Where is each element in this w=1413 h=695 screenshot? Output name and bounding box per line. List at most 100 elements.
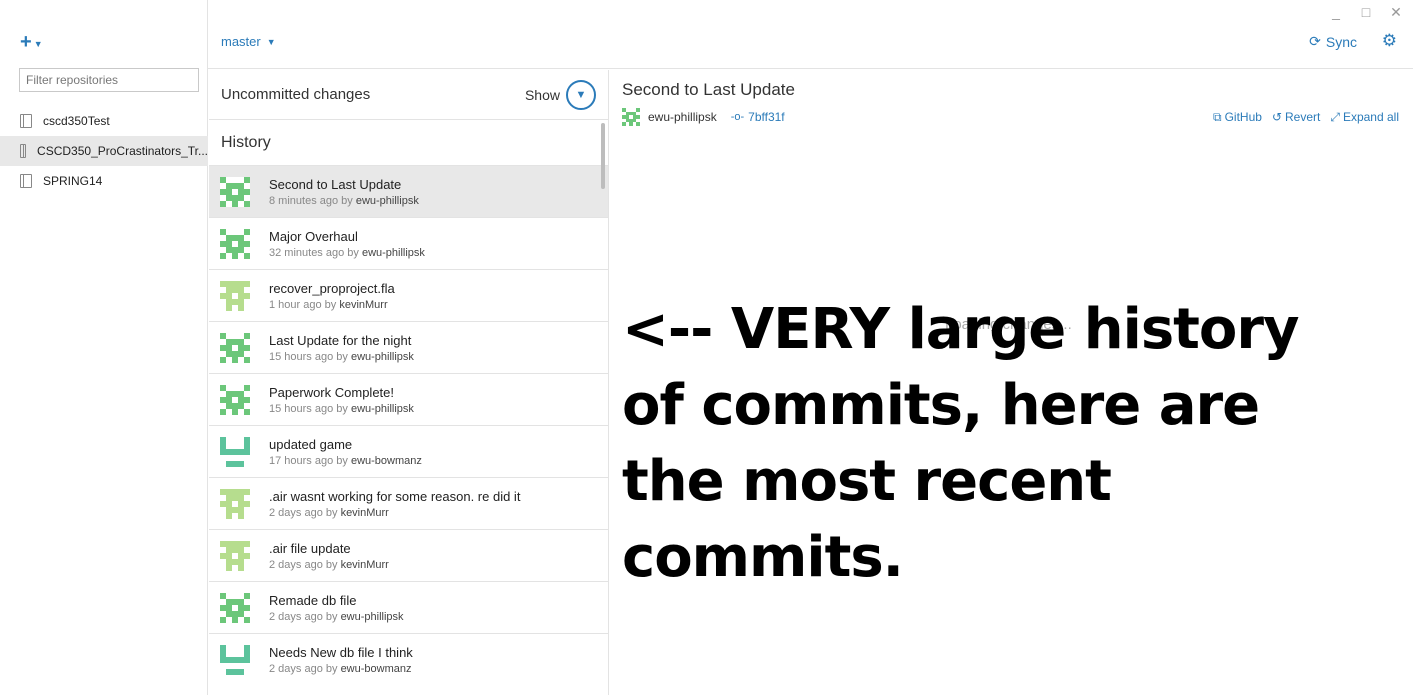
author-avatar [220, 176, 250, 207]
commit-time: 32 minutes ago by [269, 246, 359, 259]
repository-sidebar: +▼ cscd350Test CSCD350_ProCrastinators_Tr… [0, 0, 208, 695]
commit-title: Second to Last Update [622, 80, 795, 99]
plus-icon: + [20, 31, 32, 53]
commit-title: .air file update [269, 540, 351, 556]
github-button[interactable]: ⧉ GitHub [1213, 110, 1262, 125]
author-avatar [220, 228, 250, 259]
commit-time: 8 minutes ago by [269, 194, 353, 207]
commit-actions: ⧉ GitHub ↺ Revert ⤢ Expand all [1213, 110, 1399, 125]
commit-text: Second to Last Update 8 minutes ago by ew… [269, 177, 419, 207]
commit-author: kevinMurr [340, 506, 389, 519]
commit-meta: 2 days ago by ewu-phillipsk [269, 611, 404, 623]
minimize-button[interactable]: _ [1329, 4, 1343, 21]
window-controls: _ □ ✕ [1329, 4, 1403, 21]
commit-row[interactable]: Paperwork Complete! 15 hours ago by ewu-p… [209, 373, 608, 425]
commit-icon: -o- [730, 111, 745, 123]
maximize-button[interactable]: □ [1359, 4, 1373, 21]
repository-icon [20, 114, 32, 128]
commit-author: ewu-phillipsk [350, 402, 414, 415]
repository-icon [20, 174, 32, 188]
close-button[interactable]: ✕ [1389, 4, 1403, 21]
commit-author[interactable]: ewu-phillipsk [648, 110, 717, 124]
commit-meta: 17 hours ago by ewu-bowmanz [269, 455, 422, 467]
repository-name: SPRING14 [43, 174, 103, 188]
sync-label: Sync [1325, 33, 1357, 50]
commit-meta: 15 hours ago by ewu-phillipsk [269, 351, 414, 363]
commit-row[interactable]: Last Update for the night 15 hours ago by… [209, 321, 608, 373]
commit-meta: 2 days ago by kevinMurr [269, 507, 520, 519]
commit-author: ewu-phillipsk [340, 610, 404, 623]
commit-time: 15 hours ago by [269, 402, 348, 415]
commit-text: recover_proproject.fla 1 hour ago by kevi… [269, 281, 395, 311]
commit-text: .air wasnt working for some reason. re d… [269, 489, 520, 519]
author-avatar [622, 108, 640, 126]
commit-text: .air file update 2 days ago by kevinMurr [269, 541, 389, 571]
commit-meta: 8 minutes ago by ewu-phillipsk [269, 195, 419, 207]
expand-label: Expand all [1342, 110, 1399, 124]
commit-row[interactable]: .air file update 2 days ago by kevinMurr [209, 529, 608, 581]
top-toolbar: master ▼ ⟳ Sync ⚙ [208, 22, 1413, 69]
commit-time: 2 days ago by [269, 558, 338, 571]
commit-row[interactable]: Major Overhaul 32 minutes ago by ewu-phil… [209, 217, 608, 269]
branch-selector[interactable]: master ▼ [221, 34, 276, 49]
commit-title: .air wasnt working for some reason. re d… [269, 488, 521, 504]
show-label: Show [524, 86, 560, 103]
add-repository-button[interactable]: + ▼ [20, 31, 43, 54]
repository-item[interactable]: cscd350Test [0, 106, 208, 136]
sync-button[interactable]: ⟳ Sync [1309, 33, 1357, 50]
commit-list: Second to Last Update 8 minutes ago by ew… [209, 165, 608, 685]
github-label: GitHub [1224, 110, 1262, 124]
author-avatar [220, 592, 250, 623]
commit-meta: 2 days ago by kevinMurr [269, 559, 389, 571]
commit-row[interactable]: recover_proproject.fla 1 hour ago by kevi… [209, 269, 608, 321]
commit-title: updated game [269, 436, 353, 452]
author-avatar [220, 280, 250, 311]
repository-name: CSCD350_ProCrastinators_Tr... [37, 144, 208, 158]
repository-item[interactable]: SPRING14 [0, 166, 208, 196]
sync-icon: ⟳ [1309, 33, 1321, 49]
gear-icon[interactable]: ⚙ [1382, 31, 1397, 51]
commit-meta: ewu-phillipsk -o- 7bff31f [622, 108, 785, 126]
chevron-down-icon[interactable]: ▼ [566, 80, 596, 110]
commit-title: Major Overhaul [269, 228, 358, 244]
commit-title: recover_proproject.fla [269, 280, 395, 296]
commit-text: Remade db file 2 days ago by ewu-phillips… [269, 593, 404, 623]
commit-title: Second to Last Update [269, 176, 402, 192]
commit-row[interactable]: .air wasnt working for some reason. re d… [209, 477, 608, 529]
revert-label: Revert [1285, 110, 1321, 124]
uncommitted-changes-bar[interactable]: Uncommitted changes Show ▼ [209, 70, 608, 120]
commit-row[interactable]: updated game 17 hours ago by ewu-bowmanz [209, 425, 608, 477]
repository-item[interactable]: CSCD350_ProCrastinators_Tr... [0, 136, 208, 166]
history-heading: History [221, 133, 271, 151]
author-avatar [220, 332, 250, 363]
author-avatar [220, 384, 250, 415]
commit-row[interactable]: Needs New db file I think 2 days ago by e… [209, 633, 608, 685]
history-scrollbar[interactable] [601, 123, 605, 189]
branch-name: master [221, 34, 261, 49]
commit-time: 2 days ago by [269, 610, 338, 623]
commit-author: ewu-bowmanz [350, 454, 422, 467]
commit-row[interactable]: Remade db file 2 days ago by ewu-phillips… [209, 581, 608, 633]
commit-meta: 2 days ago by ewu-bowmanz [269, 663, 413, 675]
commit-sha[interactable]: 7bff31f [748, 110, 784, 124]
caret-down-icon: ▼ [266, 36, 276, 47]
commit-meta: 15 hours ago by ewu-phillipsk [269, 403, 414, 415]
commit-title: Paperwork Complete! [269, 384, 394, 400]
commit-time: 1 hour ago by [269, 298, 337, 311]
commit-time: 2 days ago by [269, 662, 338, 675]
commit-author: ewu-phillipsk [361, 246, 425, 259]
revert-button[interactable]: ↺ Revert [1272, 110, 1320, 125]
filter-repositories-input[interactable] [19, 68, 199, 92]
commit-time: 2 days ago by [269, 506, 338, 519]
expand-all-button[interactable]: ⤢ Expand all [1330, 110, 1399, 125]
undo-icon: ↺ [1271, 110, 1282, 124]
commit-row[interactable]: Second to Last Update 8 minutes ago by ew… [209, 165, 608, 217]
repository-icon [20, 144, 27, 158]
author-avatar [220, 436, 250, 467]
commit-meta: 32 minutes ago by ewu-phillipsk [269, 247, 425, 259]
annotation-overlay-text: <-- VERY large history of commits, here … [622, 297, 1300, 590]
commit-title: Remade db file [269, 592, 357, 608]
commit-text: Major Overhaul 32 minutes ago by ewu-phil… [269, 229, 425, 259]
commit-author: ewu-bowmanz [340, 662, 412, 675]
commit-text: Needs New db file I think 2 days ago by e… [269, 645, 413, 675]
